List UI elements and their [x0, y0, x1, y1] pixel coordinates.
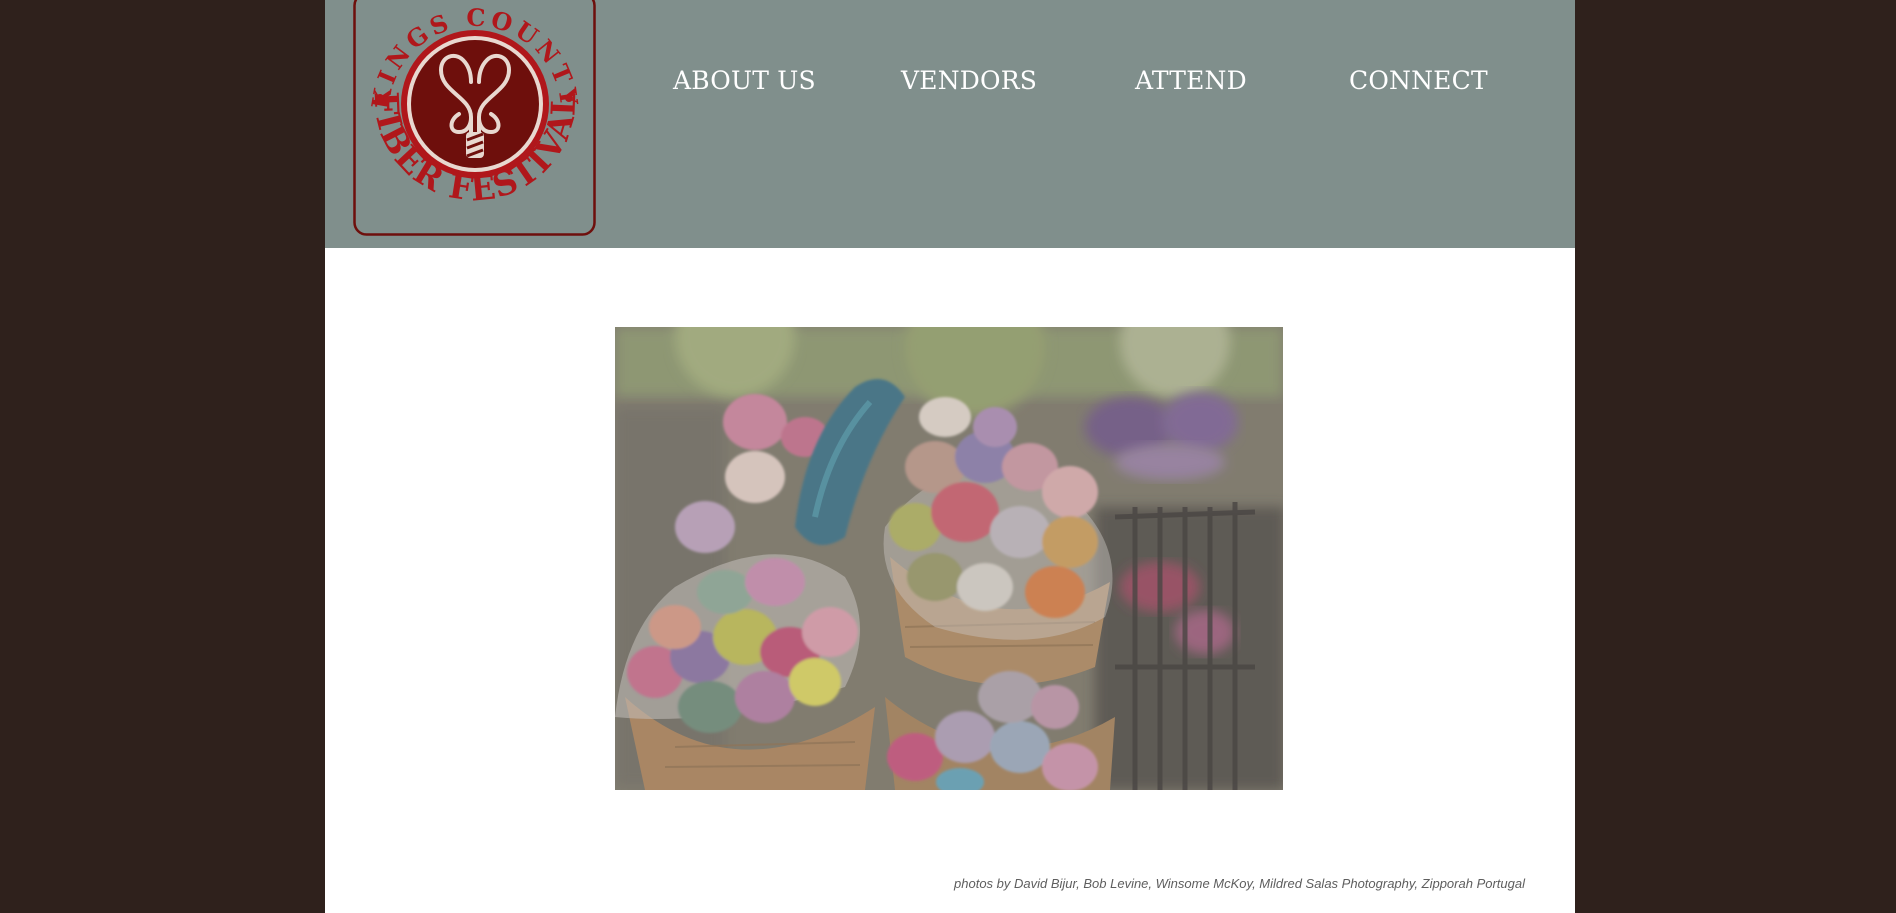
logo-seal-icon: KINGS COUNTY FIBER FESTIVAL — [353, 0, 596, 236]
photo-credits: photos by David Bijur, Bob Levine, Winso… — [954, 876, 1525, 891]
nav-about-us[interactable]: ABOUT US — [673, 66, 816, 95]
main-nav: ABOUT US VENDORS ATTEND CONNECT — [325, 66, 1575, 106]
yarn-baskets-photo-icon — [615, 327, 1283, 790]
nav-vendors[interactable]: VENDORS — [901, 66, 1037, 95]
nav-connect[interactable]: CONNECT — [1349, 66, 1488, 95]
nav-attend[interactable]: ATTEND — [1135, 66, 1247, 95]
site-logo[interactable]: KINGS COUNTY FIBER FESTIVAL — [353, 0, 596, 236]
site-header: KINGS COUNTY FIBER FESTIVAL — [325, 0, 1575, 248]
page-container: KINGS COUNTY FIBER FESTIVAL — [325, 0, 1575, 913]
hero-image — [615, 327, 1283, 790]
